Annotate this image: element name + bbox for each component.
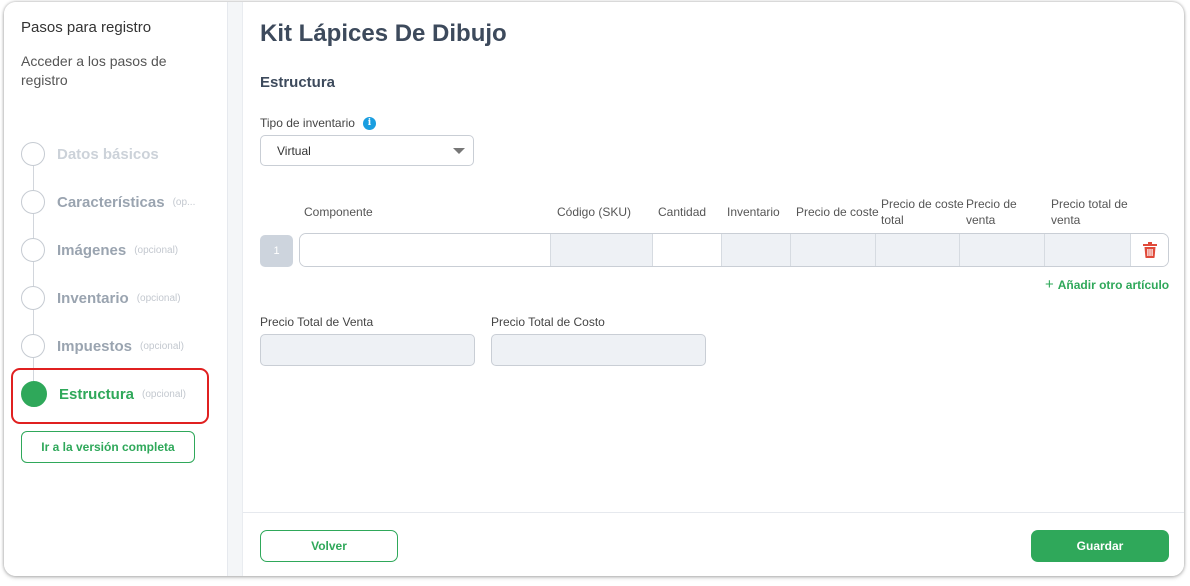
inventory-field xyxy=(722,234,791,266)
inventory-type-label-text: Tipo de inventario xyxy=(260,116,355,130)
chevron-down-icon xyxy=(453,148,465,154)
component-input[interactable] xyxy=(300,234,551,266)
delete-row-button[interactable] xyxy=(1131,234,1168,266)
col-header-sku: Código (SKU) xyxy=(557,205,632,219)
cost-price-field xyxy=(791,234,876,266)
total-sale-label: Precio Total de Venta xyxy=(260,315,374,329)
back-button[interactable]: Volver xyxy=(260,530,398,562)
total-cost-price-field xyxy=(876,234,960,266)
full-version-button[interactable]: Ir a la versión completa xyxy=(21,431,195,463)
step-datos-basicos[interactable]: Datos básicos xyxy=(21,140,159,168)
step-label: Datos básicos xyxy=(57,145,159,163)
step-indicator-icon xyxy=(21,142,45,166)
section-title: Estructura xyxy=(260,74,336,91)
form-footer: Volver Guardar xyxy=(243,512,1184,576)
row-number-badge: 1 xyxy=(260,235,293,267)
quantity-input[interactable] xyxy=(653,234,722,266)
sidebar-description: Acceder a los pasos de registro xyxy=(21,53,167,88)
step-optional-tag: (op... xyxy=(172,196,196,208)
step-optional-tag: (opcional) xyxy=(136,292,181,304)
col-header-total-sale-price: Precio total de venta xyxy=(1051,197,1128,227)
sidebar-divider xyxy=(228,2,243,576)
active-step-highlight xyxy=(11,368,209,424)
step-label: Impuestos xyxy=(57,337,133,355)
total-sale-price-field xyxy=(1045,234,1131,266)
col-header-cost-price: Precio de coste xyxy=(796,205,879,219)
plus-icon: + xyxy=(1045,276,1054,293)
step-caracteristicas[interactable]: Características (op... xyxy=(21,188,195,216)
step-optional-tag: (opcional) xyxy=(140,340,184,352)
info-icon[interactable]: i xyxy=(362,116,376,130)
step-indicator-icon xyxy=(21,190,45,214)
app-window: Pasos para registro Acceder a los pasos … xyxy=(4,2,1184,576)
col-header-sale-price: Precio de venta xyxy=(966,197,1017,227)
inventory-type-value: Virtual xyxy=(277,143,311,158)
add-item-label: Añadir otro artículo xyxy=(1057,278,1170,292)
sidebar-title: Pasos para registro xyxy=(21,19,152,36)
col-header-quantity: Cantidad xyxy=(658,205,707,219)
inventory-type-select[interactable]: Virtual xyxy=(260,135,474,166)
page-title: Kit Lápices De Dibujo xyxy=(260,20,507,47)
col-header-component: Componente xyxy=(304,205,373,219)
step-indicator-icon xyxy=(21,238,45,262)
step-label: Inventario xyxy=(57,289,129,307)
total-sale-field xyxy=(260,334,475,366)
step-imagenes[interactable]: Imágenes (opcional) xyxy=(21,236,178,264)
step-optional-tag: (opcional) xyxy=(134,244,179,256)
col-header-inventory: Inventario xyxy=(727,205,780,219)
inventory-type-label: Tipo de inventario i xyxy=(260,116,376,130)
total-cost-field xyxy=(491,334,706,366)
step-label: Imágenes xyxy=(57,241,127,259)
step-label: Características xyxy=(57,193,165,211)
save-button[interactable]: Guardar xyxy=(1031,530,1169,562)
step-impuestos[interactable]: Impuestos (opcional) xyxy=(21,332,184,360)
col-header-total-cost-price: Precio de coste total xyxy=(881,197,964,227)
step-inventario[interactable]: Inventario (opcional) xyxy=(21,284,181,312)
trash-icon xyxy=(1142,242,1157,258)
sale-price-field xyxy=(960,234,1045,266)
step-indicator-icon xyxy=(21,334,45,358)
sku-field xyxy=(551,234,653,266)
steps-sidebar: Pasos para registro Acceder a los pasos … xyxy=(4,2,228,576)
add-item-link[interactable]: + Añadir otro artículo xyxy=(1045,276,1169,293)
step-indicator-icon xyxy=(21,286,45,310)
table-row xyxy=(299,233,1169,267)
main-panel: Kit Lápices De Dibujo Estructura Tipo de… xyxy=(243,2,1184,576)
total-cost-label: Precio Total de Costo xyxy=(491,315,605,329)
